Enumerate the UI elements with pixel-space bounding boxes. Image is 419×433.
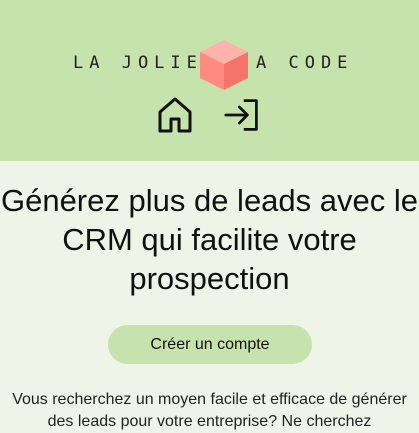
logo-text-left: LA JOLIE bbox=[73, 53, 203, 73]
intro-text: Vous recherchez un moyen facile et effic… bbox=[12, 391, 407, 430]
home-icon[interactable] bbox=[157, 95, 193, 135]
cube-logo-icon bbox=[200, 40, 248, 90]
login-icon[interactable] bbox=[224, 95, 260, 135]
site-header: LA JOLIE A CODE bbox=[0, 0, 419, 161]
logo-text-right: A CODE bbox=[256, 53, 354, 73]
logo[interactable]: LA JOLIE A CODE bbox=[0, 20, 419, 90]
create-account-button[interactable]: Créer un compte bbox=[108, 325, 312, 364]
hero-title: Générez plus de leads avec le CRM qui fa… bbox=[0, 183, 419, 296]
